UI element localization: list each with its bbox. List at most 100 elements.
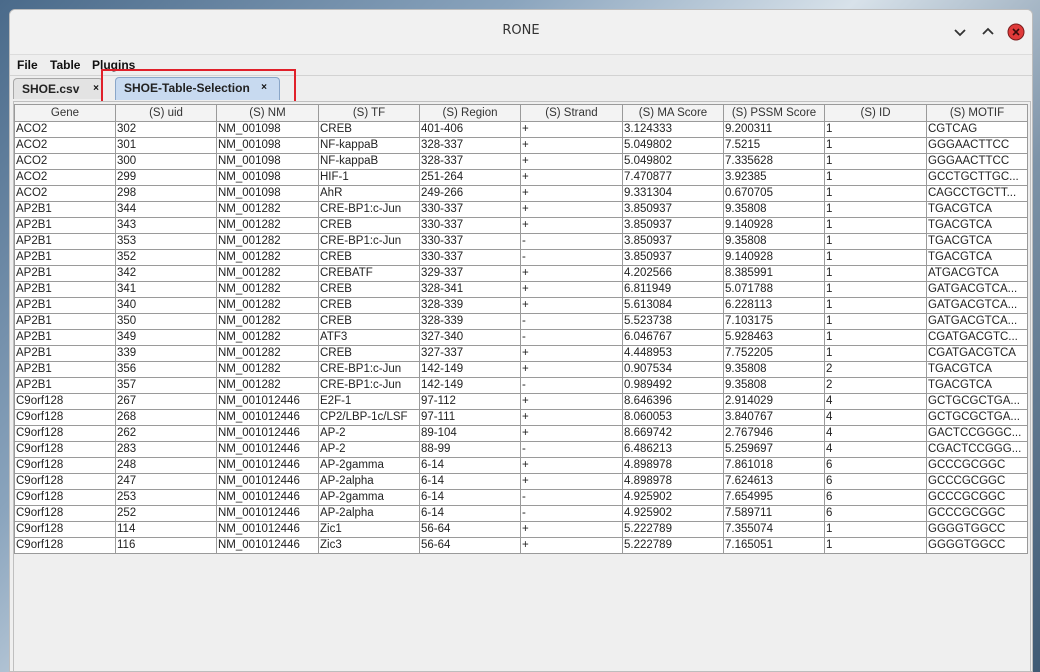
table-cell[interactable]: CP2/LBP-1c/LSF — [318, 409, 420, 426]
column-header[interactable]: (S) NM — [216, 104, 319, 122]
table-cell[interactable]: 4 — [824, 393, 927, 410]
table-cell[interactable]: NM_001282 — [216, 377, 319, 394]
table-cell[interactable]: GATGACGTCA... — [926, 297, 1028, 314]
table-cell[interactable]: 1 — [824, 537, 927, 554]
table-cell[interactable]: NM_001012446 — [216, 441, 319, 458]
table-cell[interactable]: + — [520, 281, 623, 298]
table-cell[interactable]: + — [520, 521, 623, 538]
table-cell[interactable]: 247 — [115, 473, 217, 490]
table-cell[interactable]: 4.898978 — [622, 457, 724, 474]
table-row[interactable]: C9orf128 114 NM_001012446 Zic1 56-64 +5.22278… — [14, 521, 1028, 538]
table-cell[interactable]: AP2B1 — [14, 361, 116, 378]
table-cell[interactable]: ACO2 — [14, 185, 116, 202]
table-cell[interactable]: 328-337 — [419, 153, 521, 170]
table-cell[interactable]: 1 — [824, 329, 927, 346]
table-cell[interactable]: 142-149 — [419, 377, 521, 394]
table-cell[interactable]: 114 — [115, 521, 217, 538]
table-cell[interactable]: 329-337 — [419, 265, 521, 282]
table-cell[interactable]: NM_001012446 — [216, 537, 319, 554]
table-cell[interactable]: NM_001282 — [216, 265, 319, 282]
table-cell[interactable]: 330-337 — [419, 233, 521, 250]
table-cell[interactable]: 7.624613 — [723, 473, 825, 490]
table-cell[interactable]: 9.35808 — [723, 377, 825, 394]
table-cell[interactable]: NM_001012446 — [216, 521, 319, 538]
table-cell[interactable]: C9orf128 — [14, 441, 116, 458]
table-cell[interactable]: E2F-1 — [318, 393, 420, 410]
table-row[interactable]: AP2B1 339 NM_001282 CREB 327-337 +4.448953 7.7… — [14, 345, 1028, 362]
table-cell[interactable]: CAGCCTGCTT... — [926, 185, 1028, 202]
column-header[interactable]: (S) MOTIF — [926, 104, 1028, 122]
table-cell[interactable]: - — [520, 489, 623, 506]
table-cell[interactable]: + — [520, 537, 623, 554]
table-cell[interactable]: 1 — [824, 217, 927, 234]
table-cell[interactable]: NF-kappaB — [318, 153, 420, 170]
table-cell[interactable]: 7.861018 — [723, 457, 825, 474]
table-cell[interactable]: AP2B1 — [14, 217, 116, 234]
table-cell[interactable]: + — [520, 393, 623, 410]
table-row[interactable]: ACO2 299 NM_001098 HIF-1 251-264 +7.470877 3.9… — [14, 169, 1028, 186]
table-cell[interactable]: NM_001012446 — [216, 473, 319, 490]
table-cell[interactable]: TGACGTCA — [926, 249, 1028, 266]
table-cell[interactable]: NM_001098 — [216, 185, 319, 202]
table-cell[interactable]: 1 — [824, 265, 927, 282]
table-cell[interactable]: CREB — [318, 249, 420, 266]
table-cell[interactable]: 1 — [824, 233, 927, 250]
table-cell[interactable]: 1 — [824, 281, 927, 298]
table-cell[interactable]: ACO2 — [14, 137, 116, 154]
table-cell[interactable]: 56-64 — [419, 537, 521, 554]
table-cell[interactable]: NM_001098 — [216, 153, 319, 170]
table-cell[interactable]: + — [520, 265, 623, 282]
table-cell[interactable]: AP2B1 — [14, 345, 116, 362]
table-cell[interactable]: 6.228113 — [723, 297, 825, 314]
table-cell[interactable]: 341 — [115, 281, 217, 298]
tab-shoe-table-selection[interactable]: SHOE-Table-Selection × — [115, 77, 280, 100]
table-cell[interactable]: NM_001282 — [216, 313, 319, 330]
table-row[interactable]: C9orf128 248 NM_001012446 AP-2gamma 6-14 +4.8… — [14, 457, 1028, 474]
table-cell[interactable]: CGATGACGTCA — [926, 345, 1028, 362]
table-cell[interactable]: 302 — [115, 121, 217, 138]
table-cell[interactable]: + — [520, 361, 623, 378]
table-cell[interactable]: 1 — [824, 249, 927, 266]
table-cell[interactable]: AP2B1 — [14, 377, 116, 394]
table-cell[interactable]: 7.654995 — [723, 489, 825, 506]
table-cell[interactable]: 0.989492 — [622, 377, 724, 394]
table-cell[interactable]: 1 — [824, 313, 927, 330]
table-cell[interactable]: 283 — [115, 441, 217, 458]
table-cell[interactable]: CREB — [318, 297, 420, 314]
table-cell[interactable]: + — [520, 297, 623, 314]
table-cell[interactable]: AP2B1 — [14, 233, 116, 250]
table-cell[interactable]: C9orf128 — [14, 489, 116, 506]
table-cell[interactable]: GGGGTGGCC — [926, 521, 1028, 538]
table-cell[interactable]: 97-111 — [419, 409, 521, 426]
table-cell[interactable]: - — [520, 441, 623, 458]
table-cell[interactable]: NM_001012446 — [216, 393, 319, 410]
table-cell[interactable]: 4.202566 — [622, 265, 724, 282]
table-cell[interactable]: - — [520, 377, 623, 394]
title-bar[interactable]: RONE — [10, 10, 1032, 55]
table-row[interactable]: ACO2 301 NM_001098 NF-kappaB 328-337 +5.04980… — [14, 137, 1028, 154]
column-header[interactable]: (S) Region — [419, 104, 521, 122]
table-cell[interactable]: 5.613084 — [622, 297, 724, 314]
table-cell[interactable]: 4 — [824, 425, 927, 442]
table-cell[interactable]: 5.049802 — [622, 153, 724, 170]
table-row[interactable]: AP2B1 341 NM_001282 CREB 328-341 +6.811949 5.0… — [14, 281, 1028, 298]
table-cell[interactable]: 89-104 — [419, 425, 521, 442]
table-cell[interactable]: GCCCGCGGC — [926, 489, 1028, 506]
table-row[interactable]: C9orf128 262 NM_001012446 AP-2 89-104 +8.6697… — [14, 425, 1028, 442]
table-cell[interactable]: 352 — [115, 249, 217, 266]
table-cell[interactable]: - — [520, 313, 623, 330]
table-panel[interactable]: Gene (S) uid (S) NM (S) TF (S) Region (S) Str… — [13, 101, 1031, 671]
table-cell[interactable]: AP2B1 — [14, 297, 116, 314]
table-row[interactable]: ACO2 300 NM_001098 NF-kappaB 328-337 +5.04980… — [14, 153, 1028, 170]
table-cell[interactable]: NM_001012446 — [216, 505, 319, 522]
table-cell[interactable]: CREB — [318, 281, 420, 298]
table-cell[interactable]: 4 — [824, 441, 927, 458]
table-cell[interactable]: CGATGACGTC... — [926, 329, 1028, 346]
table-cell[interactable]: 3.850937 — [622, 217, 724, 234]
table-cell[interactable]: HIF-1 — [318, 169, 420, 186]
table-cell[interactable]: 0.670705 — [723, 185, 825, 202]
table-cell[interactable]: 300 — [115, 153, 217, 170]
column-header[interactable]: (S) uid — [115, 104, 217, 122]
menu-plugins[interactable]: Plugins — [92, 58, 135, 72]
table-cell[interactable]: GGGAACTTCC — [926, 153, 1028, 170]
